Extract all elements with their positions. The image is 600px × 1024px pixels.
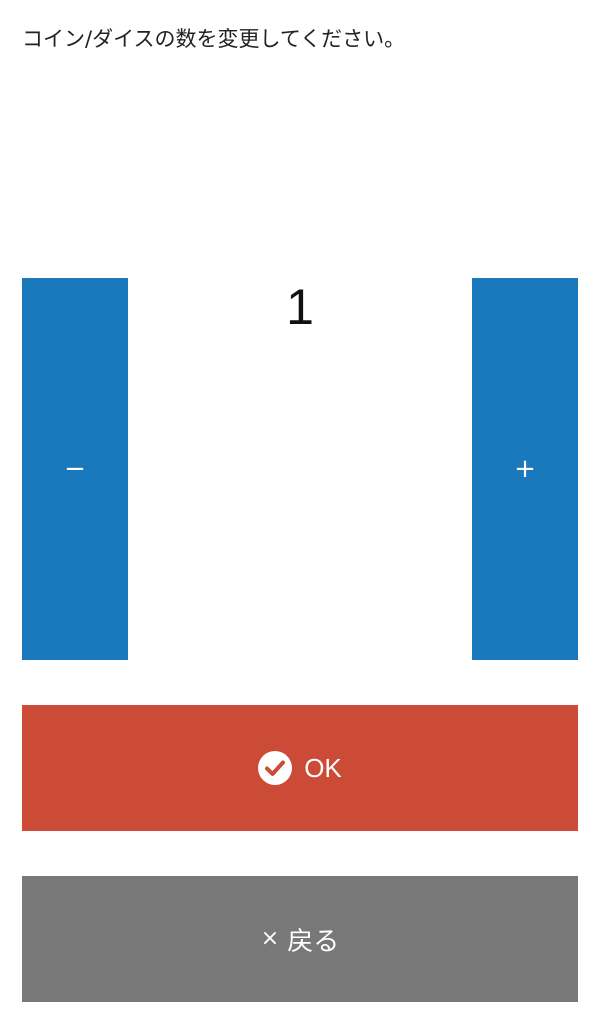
count-stepper: − 1 + [22, 278, 578, 660]
check-circle-icon [258, 751, 293, 785]
increment-button[interactable]: + [472, 278, 578, 660]
back-button-label: 戻る [287, 926, 340, 957]
close-icon: × [260, 926, 280, 951]
ok-button[interactable]: OK [22, 705, 578, 831]
plus-icon: + [514, 454, 536, 484]
minus-icon: − [64, 454, 86, 484]
back-button[interactable]: × 戻る [22, 876, 578, 1002]
count-value: 1 [286, 279, 314, 335]
instruction-text: コイン/ダイスの数を変更してください。 [22, 27, 406, 51]
ok-button-label: OK [304, 752, 342, 783]
decrement-button[interactable]: − [22, 278, 128, 660]
